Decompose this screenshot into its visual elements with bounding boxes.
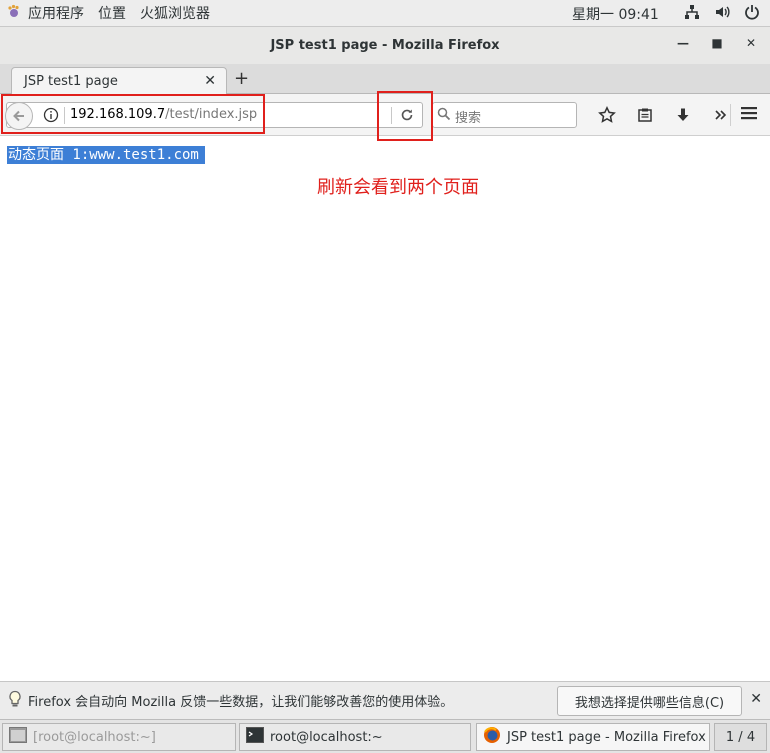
lightbulb-icon	[8, 690, 22, 712]
window-titlebar[interactable]: JSP test1 page - Mozilla Firefox — ■ ✕	[0, 27, 770, 64]
window-title: JSP test1 page - Mozilla Firefox	[270, 38, 500, 53]
firefox-icon	[483, 726, 501, 748]
annotation-box-url	[1, 94, 265, 134]
red-annotation-text: 刷新会看到两个页面	[317, 177, 479, 198]
search-field[interactable]: 搜索	[432, 102, 577, 128]
taskbar-item-firefox[interactable]: JSP test1 page - Mozilla Firefox	[476, 723, 710, 751]
tab-jsp-test1[interactable]: JSP test1 page ✕	[11, 67, 227, 95]
maximize-icon[interactable]: ■	[708, 36, 726, 50]
active-app-menu[interactable]: 火狐浏览器	[140, 3, 210, 23]
page-heading-selected[interactable]: 动态页面 1:www.test1.com	[7, 146, 205, 164]
toolbar-separator	[730, 104, 731, 126]
window-list-taskbar: [root@localhost:~] root@localhost:~ JSP …	[0, 719, 770, 753]
terminal-icon	[9, 727, 27, 747]
taskbar-item-label: JSP test1 page - Mozilla Firefox	[507, 729, 706, 745]
workspace-pager[interactable]: 1 / 4	[714, 723, 767, 751]
new-tab-plus-icon[interactable]: +	[234, 68, 249, 89]
network-icon[interactable]	[684, 4, 700, 24]
bookmark-star-icon[interactable]	[588, 105, 626, 125]
minimize-icon[interactable]: —	[674, 36, 692, 50]
reading-list-icon[interactable]	[626, 105, 664, 125]
applications-label[interactable]: 应用程序	[28, 3, 84, 23]
gnome-top-bar: 应用程序 位置 火狐浏览器 星期一 09:41	[0, 0, 770, 27]
search-placeholder: 搜索	[455, 111, 482, 126]
gnome-foot-icon	[6, 3, 22, 23]
notification-text: Firefox 会自动向 Mozilla 反馈一些数据，让我们能够改善您的使用体…	[28, 695, 454, 710]
hamburger-menu-icon[interactable]	[740, 105, 758, 125]
applications-menu[interactable]: 应用程序	[6, 3, 84, 23]
data-reporting-notification: Firefox 会自动向 Mozilla 反馈一些数据，让我们能够改善您的使用体…	[0, 681, 770, 719]
tab-close-icon[interactable]: ✕	[204, 73, 216, 89]
places-menu[interactable]: 位置	[98, 3, 126, 23]
taskbar-item-label: [root@localhost:~]	[33, 729, 156, 745]
power-icon[interactable]	[744, 4, 760, 24]
taskbar-item-label: root@localhost:~	[270, 729, 383, 745]
terminal-icon	[246, 727, 264, 747]
taskbar-item-terminal[interactable]: root@localhost:~	[239, 723, 471, 751]
downloads-arrow-icon[interactable]	[664, 105, 702, 125]
volume-icon[interactable]	[714, 4, 730, 24]
tab-strip: JSP test1 page ✕ +	[0, 64, 770, 95]
close-icon[interactable]: ✕	[742, 36, 760, 50]
system-tray[interactable]	[684, 4, 760, 24]
annotation-box-reload	[377, 91, 433, 141]
overflow-chevron-icon[interactable]	[702, 105, 740, 125]
taskbar-item-terminal-minimized[interactable]: [root@localhost:~]	[2, 723, 236, 751]
clock[interactable]: 星期一 09:41	[572, 4, 659, 24]
notification-close-icon[interactable]: ✕	[750, 691, 762, 707]
choose-info-button[interactable]: 我想选择提供哪些信息(C)	[557, 686, 742, 716]
search-icon	[437, 107, 451, 125]
tab-label: JSP test1 page	[24, 74, 118, 89]
